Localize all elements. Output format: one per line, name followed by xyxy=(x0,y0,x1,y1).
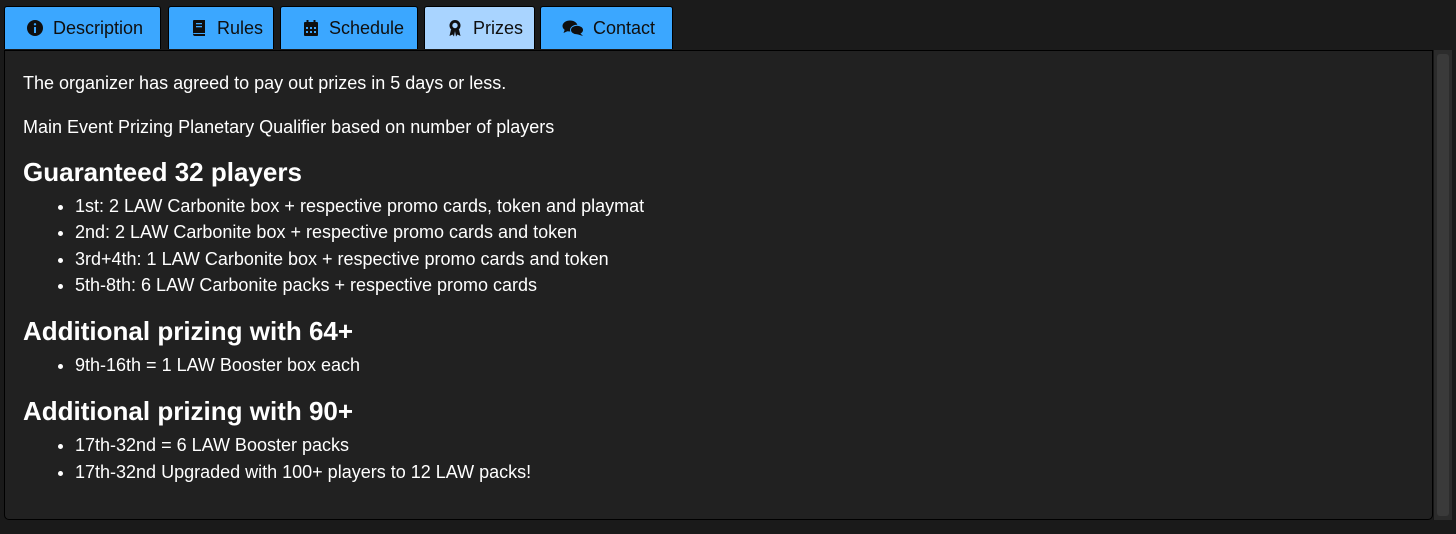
prizes-panel: The organizer has agreed to pay out priz… xyxy=(4,50,1433,520)
prizes-content: The organizer has agreed to pay out priz… xyxy=(23,71,1413,485)
prizing-subtitle: Main Event Prizing Planetary Qualifier b… xyxy=(23,117,555,137)
list-item: 17th-32nd Upgraded with 100+ players to … xyxy=(75,459,1413,485)
chat-bubbles-icon xyxy=(562,19,584,37)
tab-contact[interactable]: Contact xyxy=(540,6,673,49)
payout-note: The organizer has agreed to pay out priz… xyxy=(23,73,507,93)
tab-label: Schedule xyxy=(329,17,405,38)
tab-description[interactable]: Description xyxy=(4,6,161,49)
prize-list: 1st: 2 LAW Carbonite box + respective pr… xyxy=(23,193,1413,298)
list-item: 17th-32nd = 6 LAW Booster packs xyxy=(75,432,1413,458)
list-item: 5th-8th: 6 LAW Carbonite packs + respect… xyxy=(75,272,1413,298)
tab-schedule[interactable]: Schedule xyxy=(280,6,418,49)
scrollbar-thumb[interactable] xyxy=(1437,54,1449,516)
info-circle-icon xyxy=(26,19,44,37)
section-heading: Additional prizing with 90+ xyxy=(23,396,354,427)
section-heading: Additional prizing with 64+ xyxy=(23,316,354,347)
list-item: 9th-16th = 1 LAW Booster box each xyxy=(75,352,1413,378)
prize-list: 9th-16th = 1 LAW Booster box each xyxy=(23,352,1413,378)
award-icon xyxy=(446,19,464,37)
list-item: 2nd: 2 LAW Carbonite box + respective pr… xyxy=(75,219,1413,245)
tab-label: Contact xyxy=(593,17,656,38)
tab-label: Description xyxy=(53,17,144,38)
prize-list: 17th-32nd = 6 LAW Booster packs 17th-32n… xyxy=(23,432,1413,485)
tab-bar: Description Rules Schedule Prizes Contac… xyxy=(0,0,1456,50)
tab-label: Rules xyxy=(217,17,264,38)
section-heading: Guaranteed 32 players xyxy=(23,157,302,187)
list-item: 1st: 2 LAW Carbonite box + respective pr… xyxy=(75,193,1413,219)
vertical-scrollbar[interactable] xyxy=(1433,50,1452,520)
tab-label: Prizes xyxy=(473,17,524,38)
tab-prizes[interactable]: Prizes xyxy=(424,6,535,49)
book-icon xyxy=(190,19,208,37)
list-item: 3rd+4th: 1 LAW Carbonite box + respectiv… xyxy=(75,246,1413,272)
tab-rules[interactable]: Rules xyxy=(168,6,274,49)
calendar-icon xyxy=(302,19,320,37)
